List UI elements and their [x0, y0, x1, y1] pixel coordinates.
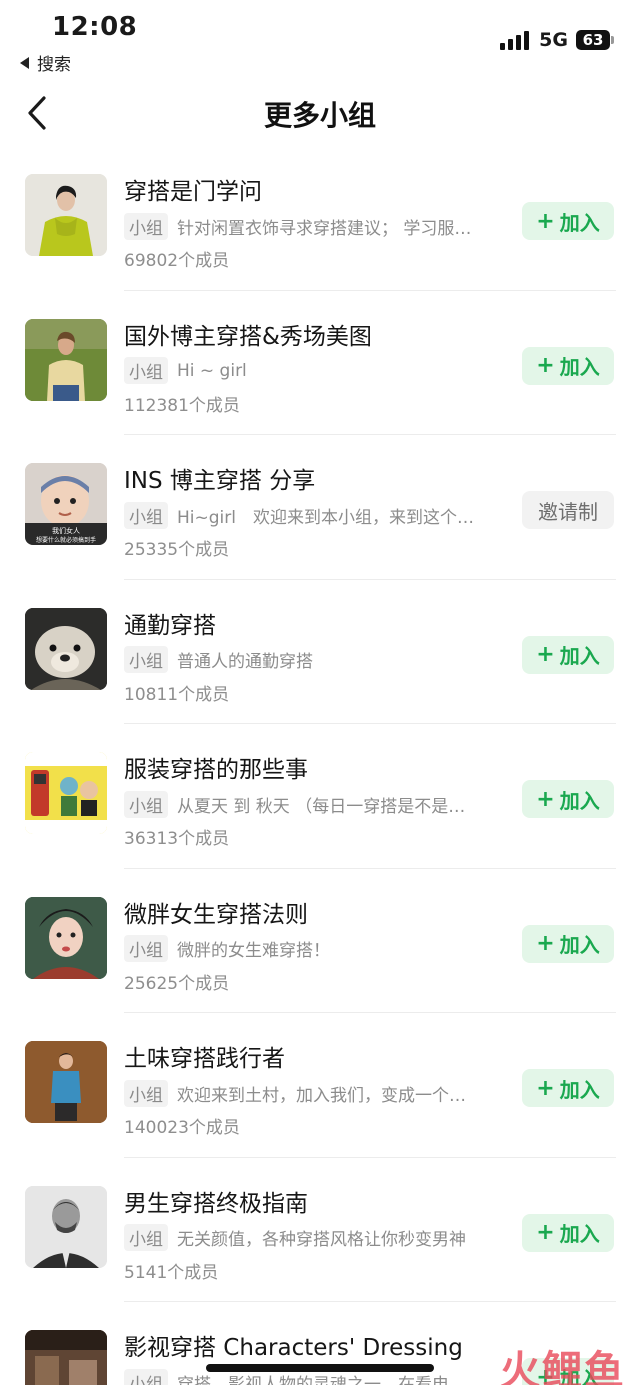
join-button-label: 加入	[559, 355, 600, 379]
group-tag: 小组	[124, 501, 168, 529]
group-item[interactable]: 我们女人 想要什么就必须搞到手 INS 博主穿搭 分享 小组 Hi~girl 欢…	[0, 435, 640, 580]
status-bar: 12:08 搜索 5G 63	[0, 0, 640, 80]
group-tag: 小组	[124, 1224, 168, 1251]
screen: 12:08 搜索 5G 63 更多小组 穿搭是门学问 小组 针对闲置衣饰寻求穿搭…	[0, 0, 640, 1385]
join-button-label: 加入	[559, 1222, 600, 1246]
group-avatar	[25, 1041, 107, 1123]
group-name: 土味穿搭践行者	[124, 1046, 285, 1072]
member-count: 140023个成员	[124, 1118, 240, 1138]
join-button[interactable]: + 加入	[522, 1213, 614, 1252]
group-item[interactable]: 通勤穿搭 小组 普通人的通勤穿搭 10811个成员 + 加入	[0, 580, 640, 724]
join-button-label: 加入	[559, 788, 600, 813]
group-name: 通勤穿搭	[124, 612, 216, 639]
avatar-caption-line1: 我们女人	[52, 526, 80, 535]
group-description: 无关颜值，各种穿搭风格让你秒变男神	[177, 1230, 466, 1250]
group-avatar	[25, 1185, 107, 1268]
home-indicator[interactable]	[206, 1364, 434, 1372]
group-tag: 小组	[124, 646, 168, 673]
member-count: 25625个成员	[124, 973, 230, 994]
group-meta: 小组 欢迎来到土村，加入我们，变成一个…	[124, 1079, 504, 1107]
group-avatar	[25, 1330, 107, 1385]
member-count: 10811个成员	[124, 684, 230, 705]
group-tag: 小组	[124, 357, 168, 384]
signal-icon	[500, 30, 530, 50]
watermark-logo: 火鲤鱼	[500, 1348, 626, 1385]
group-tag: 小组	[124, 212, 168, 240]
group-item[interactable]: 男生穿搭终极指南 小组 无关颜值，各种穿搭风格让你秒变男神 5141个成员 + 加…	[0, 1158, 640, 1302]
plus-icon: +	[536, 1075, 555, 1101]
group-name: 穿搭是门学问	[124, 179, 262, 205]
group-description: 欢迎来到土村，加入我们，变成一个…	[177, 1085, 466, 1106]
group-item[interactable]: 土味穿搭践行者 小组 欢迎来到土村，加入我们，变成一个… 140023个成员 +…	[0, 1013, 640, 1158]
plus-icon: +	[536, 1220, 555, 1245]
group-name: 微胖女生穿搭法则	[124, 901, 308, 928]
status-time: 12:08	[52, 12, 138, 42]
group-tag: 小组	[124, 935, 168, 962]
group-meta: 小组 无关颜值，各种穿搭风格让你秒变男神	[124, 1224, 504, 1252]
group-avatar	[25, 752, 107, 834]
group-item[interactable]: 穿搭是门学问 小组 针对闲置衣饰寻求穿搭建议； 学习服… 69802个成员 + 加…	[0, 146, 640, 291]
group-name: 国外博主穿搭&秀场美图	[124, 323, 372, 350]
group-meta: 小组 普通人的通勤穿搭	[124, 646, 504, 674]
group-description: 微胖的女生难穿搭！	[177, 941, 330, 961]
battery-icon: 63	[576, 30, 614, 50]
group-description: 普通人的通勤穿搭	[177, 652, 313, 672]
join-button-label: 加入	[559, 933, 600, 957]
group-name: 影视穿搭 Characters' Dressing	[124, 1335, 463, 1361]
plus-icon: +	[536, 786, 555, 812]
group-name: 男生穿搭终极指南	[124, 1190, 308, 1217]
plus-icon: +	[536, 353, 555, 378]
group-avatar	[25, 174, 107, 256]
member-count: 25335个成员	[124, 540, 230, 560]
group-meta: 小组 Hi~girl 欢迎来到本小组，来到这个…	[124, 501, 504, 529]
join-button-label: 加入	[559, 644, 600, 668]
group-name: INS 博主穿搭 分享	[124, 468, 316, 494]
group-description: 针对闲置衣饰寻求穿搭建议； 学习服…	[177, 218, 472, 239]
page-title: 更多小组	[263, 99, 376, 132]
group-avatar	[25, 896, 107, 979]
join-button[interactable]: + 加入	[522, 202, 614, 240]
plus-icon: +	[536, 642, 555, 667]
join-button[interactable]: + 加入	[522, 1069, 614, 1107]
group-avatar	[25, 318, 107, 401]
group-name: 服装穿搭的那些事	[124, 757, 308, 783]
group-meta: 小组 针对闲置衣饰寻求穿搭建议； 学习服…	[124, 212, 504, 240]
group-tag: 小组	[124, 790, 168, 818]
group-description: Hi ~ girl	[177, 360, 247, 381]
group-meta: 小组 微胖的女生难穿搭！	[124, 935, 504, 963]
back-triangle-icon	[20, 57, 29, 69]
group-meta: 小组 Hi ~ girl	[124, 357, 504, 385]
network-type: 5G	[539, 29, 568, 51]
join-button-label: 加入	[559, 1077, 600, 1102]
status-indicators: 5G 63	[500, 27, 614, 53]
group-item[interactable]: 微胖女生穿搭法则 小组 微胖的女生难穿搭！ 25625个成员 + 加入	[0, 869, 640, 1013]
group-item[interactable]: 国外博主穿搭&秀场美图 小组 Hi ~ girl 112381个成员 + 加入	[0, 291, 640, 435]
group-tag: 小组	[124, 1079, 168, 1107]
member-count: 5141个成员	[124, 1262, 219, 1283]
group-item[interactable]: 服装穿搭的那些事 小组 从夏天 到 秋天 （每日一穿搭是不是… 36313个成员…	[0, 724, 640, 869]
group-avatar: 我们女人 想要什么就必须搞到手	[25, 463, 107, 545]
avatar-caption-line2: 想要什么就必须搞到手	[36, 536, 96, 544]
member-count: 36313个成员	[124, 829, 230, 849]
member-count: 112381个成员	[124, 395, 240, 416]
group-tag: 小组	[124, 1368, 168, 1385]
member-count: 69802个成员	[124, 251, 230, 271]
plus-icon: +	[536, 208, 555, 234]
group-list: 穿搭是门学问 小组 针对闲置衣饰寻求穿搭建议； 学习服… 69802个成员 + 加…	[0, 146, 640, 1385]
join-button[interactable]: + 加入	[522, 780, 614, 818]
nav-bar: 更多小组	[0, 80, 640, 146]
invite-only-button[interactable]: 邀请制	[522, 491, 614, 529]
join-button[interactable]: + 加入	[522, 635, 614, 674]
back-app-label: 搜索	[37, 55, 71, 75]
join-button[interactable]: + 加入	[522, 924, 614, 963]
join-button[interactable]: + 加入	[522, 346, 614, 385]
plus-icon: +	[536, 931, 555, 956]
group-meta: 小组 从夏天 到 秋天 （每日一穿搭是不是…	[124, 790, 504, 818]
group-description: Hi~girl 欢迎来到本小组，来到这个…	[177, 507, 474, 528]
back-to-app-link[interactable]: 搜索	[20, 50, 71, 75]
join-button-label: 加入	[559, 210, 600, 235]
group-description: 从夏天 到 秋天 （每日一穿搭是不是…	[177, 796, 466, 817]
group-avatar	[25, 607, 107, 690]
